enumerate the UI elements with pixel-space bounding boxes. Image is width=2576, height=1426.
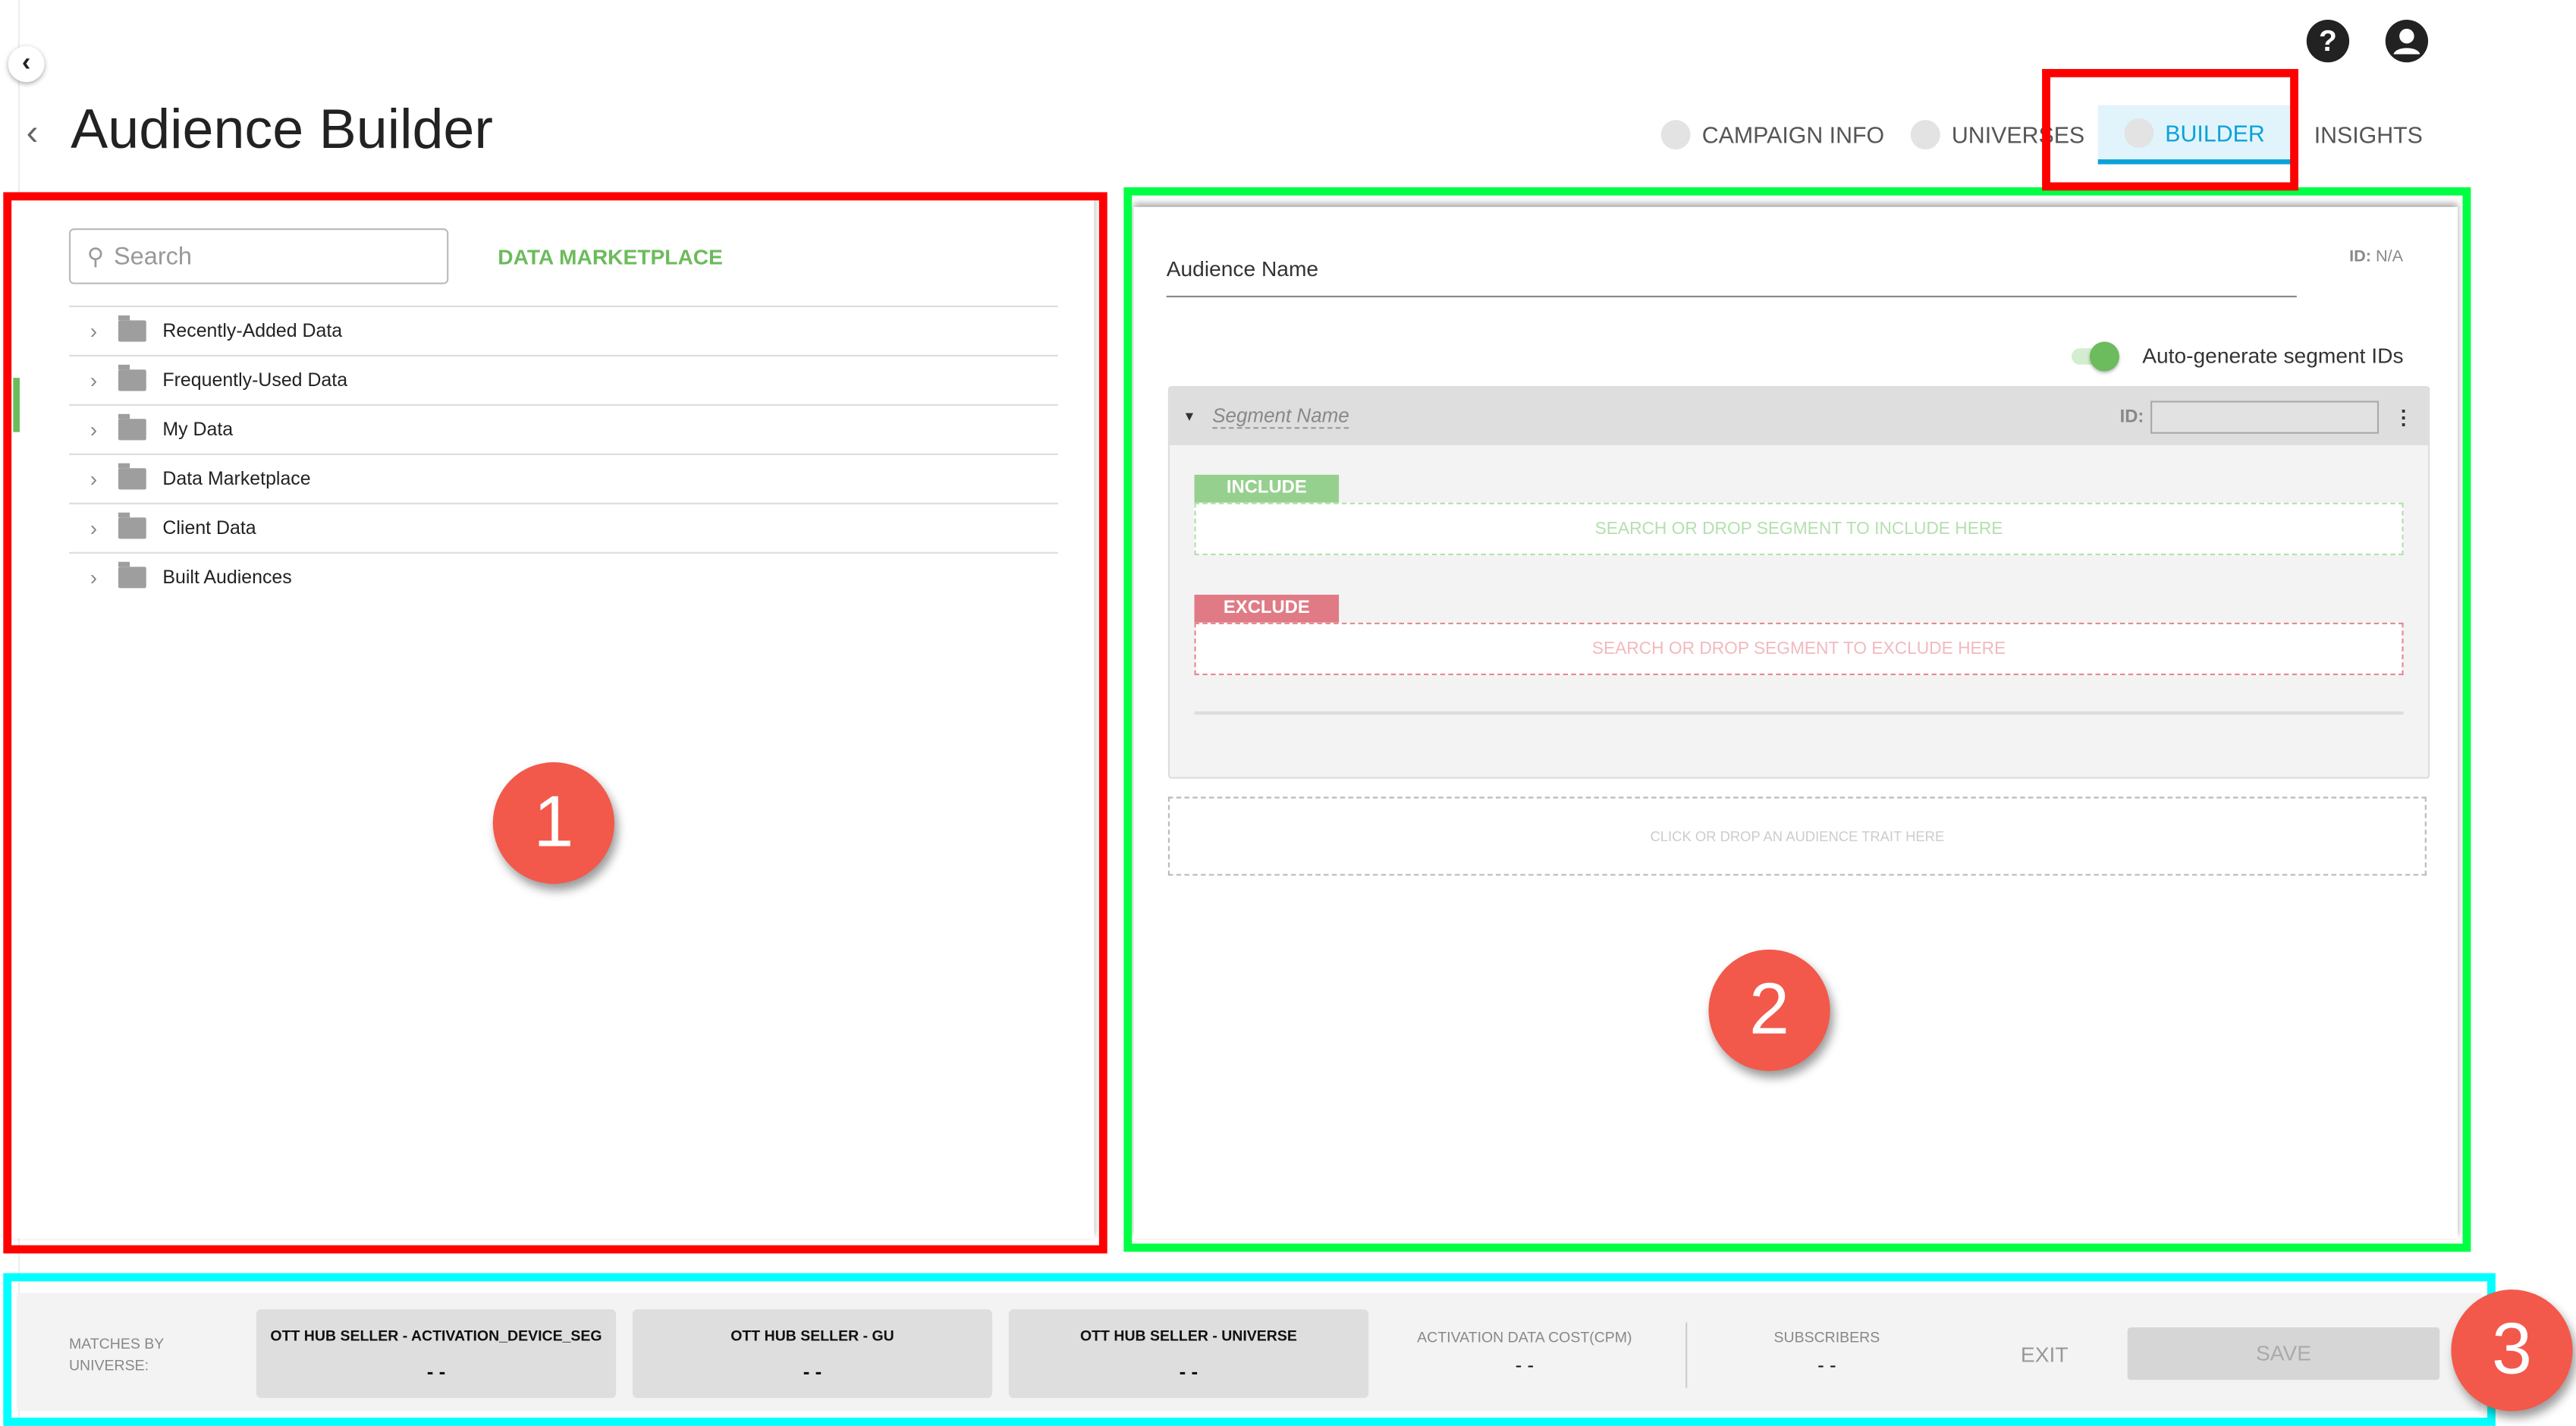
universe-value: - - (426, 1360, 446, 1384)
tab-label: INSIGHTS (2314, 121, 2423, 148)
folder-label: Client Data (162, 518, 256, 539)
id-value: N/A (2376, 248, 2404, 266)
universe-name: OTT HUB SELLER - GU (730, 1327, 894, 1344)
search-input[interactable]: ⚲ Search (68, 228, 449, 284)
exclude-tag: EXCLUDE (1194, 595, 1340, 623)
universe-value: - - (803, 1360, 822, 1384)
segment-card: ▼ Segment Name ID: ⋮ INCLUDE SEARCH OR D… (1167, 385, 2430, 779)
segment-name-input[interactable]: Segment Name (1212, 404, 1349, 429)
toggle-knob (2089, 341, 2119, 372)
folder-icon (118, 561, 146, 589)
data-marketplace-link[interactable]: DATA MARKETPLACE (498, 245, 723, 269)
chevron-right-icon[interactable]: › (69, 319, 118, 343)
chevron-right-icon[interactable]: › (69, 368, 118, 392)
universe-name: OTT HUB SELLER - UNIVERSE (1079, 1327, 1297, 1344)
universe-value: - - (1179, 1360, 1198, 1384)
audience-name-input[interactable]: Audience Name (1166, 256, 2297, 298)
folder-label: Built Audiences (162, 567, 292, 588)
segment-header: ▼ Segment Name ID: ⋮ (1170, 388, 2429, 445)
annotation-number-2: 2 (1708, 949, 1830, 1072)
user-icon[interactable] (2385, 19, 2429, 63)
tab-insights[interactable]: INSIGHTS (2291, 105, 2436, 165)
include-drop-zone[interactable]: SEARCH OR DROP SEGMENT TO INCLUDE HERE (1194, 502, 2404, 556)
folder-icon (118, 315, 146, 342)
folder-item[interactable]: › Built Audiences (69, 554, 1058, 601)
save-button[interactable]: SAVE (2127, 1327, 2440, 1380)
segment-id-input[interactable] (2150, 400, 2380, 433)
folder-label: My Data (162, 419, 234, 440)
step-nav: CAMPAIGN INFO UNIVERSES BUILDER INSIGHTS (1648, 105, 2436, 165)
chevron-right-icon[interactable]: › (69, 565, 118, 589)
segment-id-label: ID: (2119, 407, 2144, 427)
activation-cost: ACTIVATION DATA COST(CPM) - - (1393, 1329, 1657, 1377)
annotation-number-3: 3 (2451, 1289, 2573, 1412)
exclude-drop-zone[interactable]: SEARCH OR DROP SEGMENT TO EXCLUDE HERE (1194, 622, 2404, 676)
subscribers-label: SUBSCRIBERS (1773, 1329, 1880, 1346)
tab-campaign-info[interactable]: CAMPAIGN INFO (1648, 105, 1897, 165)
auto-generate-toggle[interactable] (2072, 341, 2119, 372)
folder-item[interactable]: › Frequently-Used Data (68, 356, 1058, 406)
step-dot-icon (2124, 117, 2154, 147)
folder-item[interactable]: › Recently-Added Data (68, 307, 1058, 356)
help-icon[interactable]: ? (2306, 19, 2350, 63)
trait-drop-zone[interactable]: CLICK OR DROP AN AUDIENCE TRAIT HERE (1167, 796, 2427, 876)
divider (1194, 711, 2404, 715)
universe-card: OTT HUB SELLER - ACTIVATION_DEVICE_SEG - … (256, 1309, 617, 1399)
tab-label: BUILDER (2165, 119, 2265, 146)
exit-button[interactable]: EXIT (2021, 1342, 2069, 1366)
more-vertical-icon[interactable]: ⋮ (2379, 405, 2428, 428)
folder-label: Recently-Added Data (162, 321, 343, 341)
universe-name: OTT HUB SELLER - ACTIVATION_DEVICE_SEG (270, 1327, 602, 1344)
folder-tree: › Recently-Added Data › Frequently-Used Da… (68, 305, 1058, 601)
audience-name-placeholder: Audience Name (1166, 256, 1319, 281)
folder-icon (118, 512, 146, 539)
folder-icon (118, 364, 146, 391)
search-placeholder: Search (114, 242, 192, 271)
step-dot-icon (1660, 120, 1691, 150)
id-label: ID: (2349, 248, 2371, 266)
annotation-number-1: 1 (492, 762, 615, 884)
back-icon[interactable]: ‹ (27, 112, 39, 154)
include-tag: INCLUDE (1194, 474, 1340, 503)
tab-label: CAMPAIGN INFO (1701, 121, 1885, 148)
cost-value: - - (1515, 1353, 1535, 1377)
auto-generate-label: Auto-generate segment IDs (2142, 343, 2404, 369)
folder-icon (118, 413, 146, 441)
universe-card: OTT HUB SELLER - GU - - (632, 1309, 993, 1399)
folder-icon (118, 463, 146, 490)
collapse-sidebar-button[interactable]: ‹ (8, 46, 45, 83)
tab-label: UNIVERSES (1951, 121, 2085, 148)
subscribers: SUBSCRIBERS - - (1742, 1329, 1912, 1377)
folder-label: Data Marketplace (162, 469, 311, 489)
search-icon: ⚲ (86, 242, 105, 269)
tab-builder[interactable]: BUILDER (2097, 105, 2292, 165)
footer-bar: MATCHES BY UNIVERSE: OTT HUB SELLER - AC… (16, 1293, 2481, 1412)
divider (1685, 1322, 1688, 1389)
subscribers-value: - - (1817, 1353, 1836, 1377)
tab-universes[interactable]: UNIVERSES (1897, 105, 2097, 165)
audience-id: ID: N/A (2349, 248, 2403, 266)
folder-item[interactable]: › Data Marketplace (68, 455, 1058, 504)
folder-item[interactable]: › Client Data (68, 504, 1058, 554)
chevron-right-icon[interactable]: › (69, 516, 118, 540)
folder-label: Frequently-Used Data (162, 370, 348, 391)
active-indicator (13, 378, 20, 432)
universe-card: OTT HUB SELLER - UNIVERSE - - (1008, 1309, 1369, 1399)
page-title: Audience Builder (71, 98, 493, 162)
step-dot-icon (1910, 120, 1940, 150)
folder-item[interactable]: › My Data (68, 406, 1058, 455)
chevron-right-icon[interactable]: › (69, 466, 118, 491)
caret-down-icon[interactable]: ▼ (1183, 409, 1195, 423)
matches-label: MATCHES BY UNIVERSE: (68, 1335, 164, 1374)
cost-label: ACTIVATION DATA COST(CPM) (1417, 1329, 1632, 1346)
chevron-right-icon[interactable]: › (69, 417, 118, 441)
